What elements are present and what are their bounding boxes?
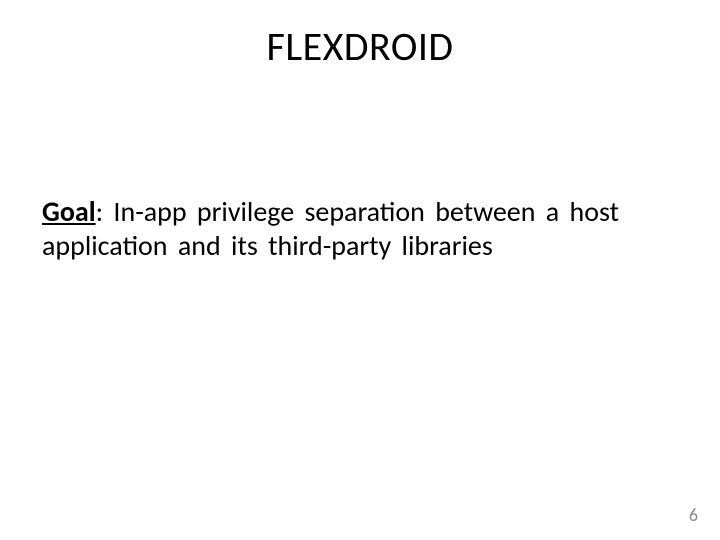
goal-text: In-app privilege separation between a ho…	[42, 194, 619, 263]
slide: FLEXDROID Goal: In-app privilege separat…	[0, 0, 720, 540]
goal-colon: :	[96, 194, 114, 229]
page-number: 6	[689, 504, 698, 526]
slide-title: FLEXDROID	[0, 22, 720, 71]
goal-label: Goal	[42, 194, 96, 229]
slide-body: Goal: In-app privilege separation betwee…	[42, 195, 660, 262]
